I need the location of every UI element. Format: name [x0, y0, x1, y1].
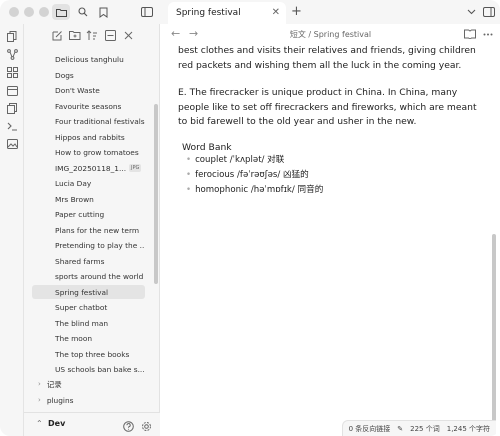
title-bar: Spring festival ✕ +	[0, 0, 500, 24]
gear-icon[interactable]	[140, 420, 152, 432]
vault-name[interactable]: Dev	[48, 419, 65, 428]
image-icon[interactable]	[6, 138, 18, 150]
chevron-updown-icon[interactable]: ⌃	[36, 419, 43, 428]
list-item[interactable]: Dogs	[32, 68, 145, 82]
bookmark-icon[interactable]	[96, 5, 110, 19]
tab-spring-festival[interactable]: Spring festival ✕	[168, 2, 286, 24]
backlinks-count[interactable]: 0 条反向链接	[349, 424, 391, 434]
calendar-icon[interactable]	[6, 84, 18, 96]
help-icon[interactable]	[122, 420, 134, 432]
app-window: Spring festival ✕ + Delicious tanghulu D…	[0, 0, 500, 436]
folder-item[interactable]: › 记录	[32, 377, 145, 391]
sidebar-toggle-icon[interactable]	[140, 5, 154, 19]
zoom-window-button[interactable]	[39, 7, 49, 17]
editor-pane: ← → 短文 / Spring festival best clothes an…	[161, 24, 500, 436]
list-item: • ferocious /fəˈrəʊʃəs/ 凶猛的	[186, 169, 309, 180]
terminal-icon[interactable]	[6, 120, 18, 132]
folder-icon[interactable]	[52, 4, 70, 20]
ribbon	[0, 24, 24, 436]
folder-item[interactable]: › plugins	[32, 393, 145, 406]
search-icon[interactable]	[76, 5, 90, 19]
file-type-badge: JPG	[129, 164, 142, 172]
editor-scrollbar[interactable]	[492, 234, 496, 424]
list-item[interactable]: Lucia Day	[32, 176, 145, 190]
list-item[interactable]: US schools ban bake s...	[32, 362, 145, 376]
chevron-right-icon: ›	[38, 380, 41, 388]
right-sidebar-toggle-icon[interactable]	[482, 5, 496, 19]
explorer-toolbar	[24, 24, 160, 46]
collapse-all-icon[interactable]	[104, 29, 116, 41]
word-count: 225 个词	[410, 424, 440, 433]
editor-header: ← → 短文 / Spring festival	[161, 24, 500, 44]
list-item-active[interactable]: Spring festival	[32, 285, 145, 299]
list-item[interactable]: Shared farms	[32, 254, 145, 268]
list-item[interactable]: Hippos and rabbits	[32, 130, 145, 144]
close-icon[interactable]	[122, 29, 134, 41]
list-item[interactable]: Delicious tanghulu	[32, 52, 145, 66]
char-count: 1,245 个字符	[446, 424, 490, 433]
note-content[interactable]: best clothes and visits their relatives …	[178, 44, 478, 198]
canvas-icon[interactable]	[6, 66, 18, 78]
sort-icon[interactable]	[86, 29, 98, 41]
copy-icon[interactable]	[6, 102, 18, 114]
list-item[interactable]: IMG_20250118_1... JPG	[32, 161, 145, 175]
list-item[interactable]: The top three books	[32, 347, 145, 361]
list-item[interactable]: Don't Waste	[32, 83, 145, 97]
word-bank-heading: Word Bank	[182, 141, 232, 153]
list-item[interactable]: sports around the world	[32, 269, 145, 283]
chevron-down-icon[interactable]	[464, 5, 478, 19]
close-window-button[interactable]	[9, 7, 19, 17]
breadcrumb[interactable]: 短文 / Spring festival	[161, 29, 500, 40]
chevron-right-icon: ›	[38, 396, 41, 404]
list-item[interactable]: Mrs Brown	[32, 192, 145, 206]
list-item[interactable]: Favourite seasons	[32, 99, 145, 113]
tab-close-icon[interactable]: ✕	[272, 7, 280, 18]
more-options-icon[interactable]	[482, 28, 494, 40]
status-bar: 0 条反向链接 ✎ 225 个词 1,245 个字符	[341, 420, 496, 436]
minimize-window-button[interactable]	[24, 7, 34, 17]
sidebar-scrollbar[interactable]	[154, 104, 158, 284]
file-explorer: Delicious tanghulu Dogs Don't Waste Favo…	[24, 24, 160, 436]
tab-title: Spring festival	[176, 8, 241, 18]
list-item[interactable]: Pretending to play the ...	[32, 238, 145, 252]
graph-view-icon[interactable]	[6, 48, 18, 60]
copy-file-icon[interactable]	[6, 30, 18, 42]
paragraph: E. The firecracker is unique product in …	[178, 87, 477, 127]
edit-pencil-icon[interactable]: ✎	[397, 425, 403, 433]
list-item[interactable]: Four traditional festivals	[32, 114, 145, 128]
paragraph: best clothes and visits their relatives …	[178, 45, 476, 71]
list-item[interactable]: The moon	[32, 331, 145, 345]
new-folder-icon[interactable]	[69, 29, 81, 41]
reading-view-icon[interactable]	[464, 28, 476, 40]
list-item[interactable]: How to grow tomatoes	[32, 145, 145, 159]
vault-switcher: ⌃ Dev	[24, 412, 160, 436]
list-item[interactable]: Plans for the new term	[32, 223, 145, 237]
new-tab-button[interactable]: +	[291, 4, 302, 19]
list-item[interactable]: Super chatbot	[32, 300, 145, 314]
list-item[interactable]: The blind man	[32, 316, 145, 330]
list-item: • homophonic /həˈmɒfɪk/ 同音的	[186, 184, 324, 195]
file-list: Delicious tanghulu Dogs Don't Waste Favo…	[24, 46, 154, 406]
list-item[interactable]: Paper cutting	[32, 207, 145, 221]
new-note-icon[interactable]	[51, 29, 63, 41]
list-item: • couplet /ˈkʌplət/ 对联	[186, 154, 285, 165]
